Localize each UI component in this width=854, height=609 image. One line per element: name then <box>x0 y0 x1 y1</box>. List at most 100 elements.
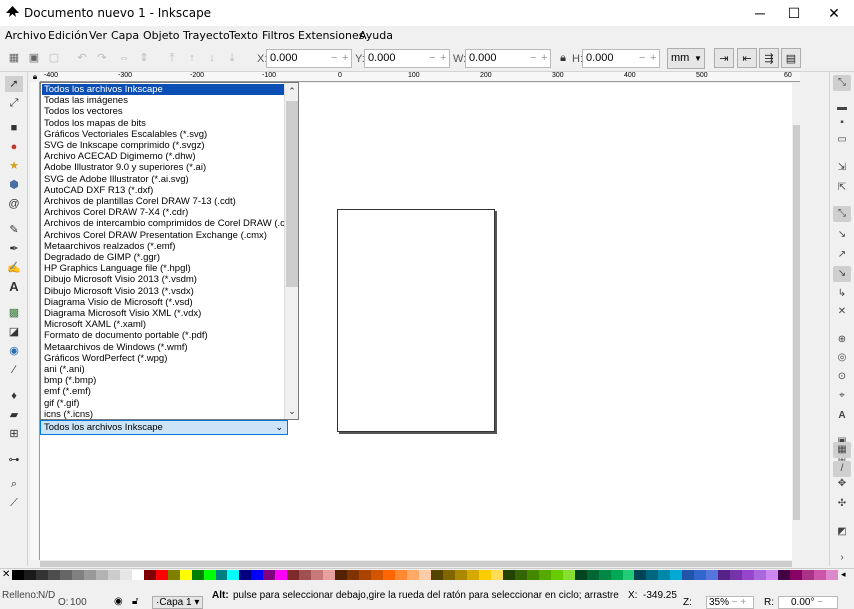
file-type-combo[interactable]: Todos los archivos Inkscape ⌄ <box>40 420 288 435</box>
file-type-option[interactable]: Todos los mapas de bits <box>42 118 284 129</box>
layers-icon[interactable]: ✣ <box>833 496 851 512</box>
file-type-option[interactable]: SVG de Adobe Illustrator (*.ai.svg) <box>42 174 284 185</box>
color-swatch[interactable] <box>47 570 60 580</box>
selector-tool-icon[interactable]: ➚ <box>5 76 23 92</box>
snap-path-intersection-icon[interactable]: ✕ <box>833 304 851 320</box>
snap-others-icon[interactable]: / <box>833 461 851 477</box>
color-swatch[interactable] <box>766 570 779 580</box>
color-swatch[interactable] <box>203 570 216 580</box>
color-swatch[interactable] <box>610 570 623 580</box>
pen-tool-icon[interactable]: ✒ <box>5 241 23 257</box>
rotate-cw-icon[interactable]: ↷ <box>92 48 112 68</box>
flip-vertical-icon[interactable]: ⇕ <box>134 48 154 68</box>
color-swatch[interactable] <box>694 570 707 580</box>
color-swatch[interactable] <box>682 570 695 580</box>
lock-icon[interactable]: 🔓︎ <box>132 596 138 607</box>
color-swatch[interactable] <box>802 570 815 580</box>
color-swatch[interactable] <box>646 570 659 580</box>
color-swatch[interactable] <box>754 570 767 580</box>
raise-to-top-icon[interactable]: ⤒ <box>162 48 182 68</box>
file-type-option[interactable]: Dibujo Microsoft Visio 2013 (*.vsdx) <box>42 286 284 297</box>
print-icon[interactable]: ▭ <box>833 132 851 148</box>
mesh-tool-icon[interactable]: ⊞ <box>5 426 23 442</box>
color-swatch[interactable] <box>407 570 420 580</box>
export-icon[interactable]: ⇱ <box>833 180 851 196</box>
xml-editor-icon[interactable]: ✥ <box>833 476 851 492</box>
snap-bbox-corner-icon[interactable]: ↗ <box>833 247 851 263</box>
color-swatch[interactable] <box>454 570 467 580</box>
open-icon[interactable]: ▬ <box>833 100 851 116</box>
menu-capa[interactable]: Capa <box>111 29 139 42</box>
lower-icon[interactable]: ↓ <box>202 48 222 68</box>
w-field[interactable]: 0.000 − + <box>465 49 551 68</box>
color-swatch[interactable] <box>574 570 587 580</box>
color-swatch[interactable] <box>83 570 96 580</box>
plus-icon[interactable]: + <box>650 50 660 67</box>
snap-nodes-icon[interactable]: ↘ <box>833 266 851 282</box>
eye-icon[interactable]: ◉ <box>114 596 123 607</box>
color-swatch[interactable] <box>742 570 755 580</box>
palette-menu-icon[interactable]: ◂ <box>841 569 846 580</box>
color-swatch[interactable] <box>634 570 647 580</box>
color-swatch[interactable] <box>419 570 431 580</box>
color-swatch[interactable] <box>215 570 228 580</box>
close-button[interactable]: ✕ <box>817 0 851 26</box>
color-swatch[interactable] <box>371 570 384 580</box>
file-type-option[interactable]: AutoCAD DXF R13 (*.dxf) <box>42 185 284 196</box>
menu-extensiones[interactable]: Extensiones <box>298 29 365 42</box>
snap-centers-icon[interactable]: ◎ <box>833 350 851 366</box>
color-swatch[interactable] <box>23 570 36 580</box>
file-type-option[interactable]: Dibujo Microsoft Visio 2013 (*.vsdm) <box>42 274 284 285</box>
menu-trayecto[interactable]: Trayecto <box>183 29 230 42</box>
minus-icon[interactable]: − <box>639 50 649 67</box>
color-swatch[interactable] <box>143 570 156 580</box>
minimize-button[interactable]: ─ <box>743 0 777 26</box>
spray-tool-icon[interactable]: ▩ <box>5 305 23 321</box>
menu-objeto[interactable]: Objeto <box>143 29 180 42</box>
deselect-icon[interactable]: ▢ <box>44 48 64 68</box>
color-swatch[interactable] <box>598 570 611 580</box>
layer-select[interactable]: ·Capa 1 ▾ <box>152 596 204 609</box>
color-swatch[interactable] <box>826 570 839 580</box>
file-type-option[interactable]: Archivos de intercambio comprimidos de C… <box>42 218 284 229</box>
lock-icon[interactable]: 🔒︎ <box>553 48 573 68</box>
color-swatch[interactable] <box>287 570 300 580</box>
paint-bucket-tool-icon[interactable]: ◉ <box>5 343 23 359</box>
color-swatch[interactable] <box>131 570 144 580</box>
file-type-option[interactable]: Todos los archivos Inkscape <box>42 84 284 96</box>
plus-icon[interactable]: + <box>541 50 551 67</box>
color-swatch[interactable] <box>670 570 683 580</box>
rectangle-tool-icon[interactable]: ■ <box>5 120 23 136</box>
scale-corners-icon[interactable]: ⇤ <box>737 48 757 68</box>
eraser-tool-icon[interactable]: ◪ <box>5 324 23 340</box>
color-swatch[interactable] <box>71 570 84 580</box>
move-gradients-icon[interactable]: ⇶ <box>759 48 779 68</box>
spiral-tool-icon[interactable]: @ <box>5 196 23 212</box>
color-swatch[interactable] <box>227 570 240 580</box>
color-swatch[interactable] <box>299 570 312 580</box>
import-icon[interactable]: ⇲ <box>833 160 851 176</box>
zoom-field[interactable]: 35% − + <box>706 596 754 609</box>
file-type-option[interactable]: Archivo ACECAD Digimemo (*.dhw) <box>42 151 284 162</box>
scroll-down-icon[interactable]: ⌄ <box>285 403 298 419</box>
color-swatch[interactable] <box>251 570 264 580</box>
file-type-option[interactable]: emf (*.emf) <box>42 386 284 397</box>
color-swatch[interactable] <box>658 570 671 580</box>
rotation-field[interactable]: 0.00° − <box>778 596 838 609</box>
color-swatch[interactable] <box>59 570 72 580</box>
scroll-thumb[interactable] <box>40 561 792 567</box>
minus-icon[interactable]: − <box>331 50 341 67</box>
horizontal-scrollbar[interactable] <box>40 560 792 568</box>
color-swatch[interactable] <box>562 570 575 580</box>
preferences-icon[interactable]: ◩ <box>833 524 851 540</box>
file-type-option[interactable]: Metaarchivos realzados (*.emf) <box>42 241 284 252</box>
file-type-option[interactable]: Archivos de plantillas Corel DRAW 7-13 (… <box>42 196 284 207</box>
scroll-thumb[interactable] <box>286 101 298 287</box>
menu-ayuda[interactable]: Ayuda <box>359 29 393 42</box>
color-swatch[interactable] <box>155 570 168 580</box>
color-swatch[interactable] <box>778 570 791 580</box>
file-type-option[interactable]: icns (*.icns) <box>42 409 284 419</box>
file-type-option[interactable]: Gráficos Vectoriales Escalables (*.svg) <box>42 129 284 140</box>
pencil-tool-icon[interactable]: ✎ <box>5 222 23 238</box>
gradient-tool-icon[interactable]: ▰ <box>5 407 23 423</box>
